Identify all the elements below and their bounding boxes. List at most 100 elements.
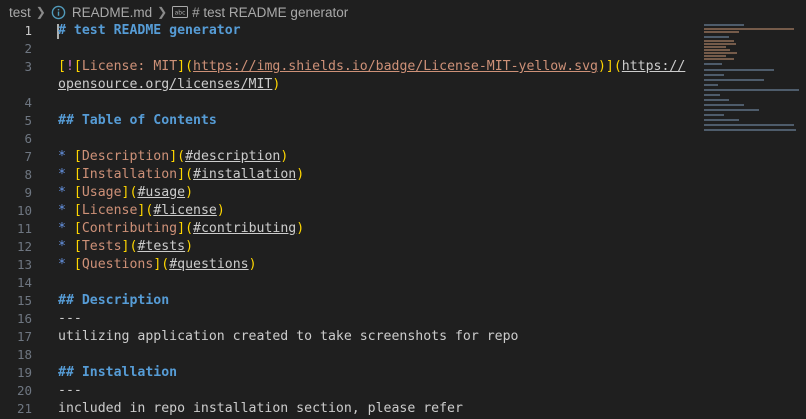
code-line[interactable]: 10 * [License](#license) xyxy=(0,202,700,220)
code-line[interactable]: 17 utilizing application created to take … xyxy=(0,328,700,346)
token: # test README generator xyxy=(58,23,241,38)
token: ) xyxy=(296,167,305,182)
token: --- xyxy=(58,311,82,326)
token: ## Table of Contents xyxy=(58,113,217,128)
code-text: included in repo installation section, p… xyxy=(58,400,463,418)
breadcrumb-folder[interactable]: test xyxy=(9,5,31,20)
token: * xyxy=(58,185,74,200)
code-line[interactable]: 6 xyxy=(0,130,700,148)
breadcrumb-symbol[interactable]: # test README generator xyxy=(192,5,348,20)
code-line[interactable]: 16 --- xyxy=(0,310,700,328)
code-text: * [Contributing](#contributing) xyxy=(58,220,304,238)
breadcrumb-file[interactable]: README.md xyxy=(72,5,152,20)
token: ) xyxy=(216,203,225,218)
code-text: ## Installation xyxy=(58,364,177,382)
token: * xyxy=(58,257,74,272)
token: ) xyxy=(280,149,289,164)
token: * xyxy=(58,149,74,164)
chevron-right-icon: ❯ xyxy=(35,5,46,19)
minimap[interactable] xyxy=(700,22,800,142)
code-line[interactable]: 15 ## Description xyxy=(0,292,700,310)
token: ]( xyxy=(177,221,194,236)
token: https:// xyxy=(621,59,686,74)
token: Contributing xyxy=(81,221,178,236)
token: #installation xyxy=(193,167,297,182)
token: [ xyxy=(73,59,82,74)
svg-text:abc: abc xyxy=(175,10,186,17)
token: Description xyxy=(81,149,170,164)
token: * xyxy=(58,203,74,218)
code-line[interactable]: 1 # test README generator xyxy=(0,22,700,40)
string-symbol-icon: abc xyxy=(172,6,189,18)
line-number: 10 xyxy=(16,203,32,218)
info-icon xyxy=(51,5,66,20)
line-number: 6 xyxy=(24,131,32,146)
code-text: --- xyxy=(58,310,82,328)
token: ) xyxy=(185,185,194,200)
code-line[interactable]: 20 --- xyxy=(0,382,700,400)
token: * xyxy=(58,221,74,236)
token: [ xyxy=(73,257,82,272)
code-line[interactable]: 9 * [Usage](#usage) xyxy=(0,184,700,202)
code-text: * [Description](#description) xyxy=(58,148,288,166)
code-line[interactable]: 14 xyxy=(0,274,700,292)
token: ) xyxy=(185,239,194,254)
chevron-right-icon: ❯ xyxy=(157,5,168,19)
token: ]( xyxy=(177,167,194,182)
code-line[interactable]: 4 xyxy=(0,94,700,112)
code-line[interactable]: 8 * [Installation](#installation) xyxy=(0,166,700,184)
code-line[interactable]: 5 ## Table of Contents xyxy=(0,112,700,130)
line-number: 9 xyxy=(24,185,32,200)
code-text: * [Questions](#questions) xyxy=(58,256,257,274)
line-number: 7 xyxy=(24,149,32,164)
token: #license xyxy=(153,203,217,218)
code-line[interactable]: 7 * [Description](#description) xyxy=(0,148,700,166)
token: [ xyxy=(73,239,82,254)
code-line[interactable]: 21 included in repo installation section,… xyxy=(0,400,700,418)
token: [ xyxy=(73,221,82,236)
code-line[interactable]: 2 xyxy=(0,40,700,58)
token: Usage xyxy=(81,185,122,200)
editor[interactable]: 1 # test README generator 2 3 [![License: MI… xyxy=(0,22,806,419)
token: ## Description xyxy=(58,293,170,308)
code-line[interactable]: 19 ## Installation xyxy=(0,364,700,382)
line-number: 20 xyxy=(16,383,32,398)
token: #contributing xyxy=(193,221,297,236)
code-text: utilizing application created to take sc… xyxy=(58,328,519,346)
token: [ xyxy=(73,185,82,200)
code-text: # test README generator xyxy=(58,22,241,40)
line-number: 2 xyxy=(24,41,32,56)
token: Installation xyxy=(81,167,178,182)
token: License: MIT xyxy=(81,59,178,74)
code-line[interactable]: opensource.org/licenses/MIT) xyxy=(0,76,700,94)
token: #description xyxy=(185,149,281,164)
line-number: 19 xyxy=(16,365,32,380)
token: * xyxy=(58,167,74,182)
token: Questions xyxy=(81,257,154,272)
code-line[interactable]: 3 [![License: MIT](https://img.shields.io… xyxy=(0,58,700,76)
token: ) xyxy=(272,77,281,92)
code-line[interactable]: 12 * [Tests](#tests) xyxy=(0,238,700,256)
line-number: 4 xyxy=(24,95,32,110)
line-number: 13 xyxy=(16,257,32,272)
token: ]( xyxy=(137,203,154,218)
line-number: 16 xyxy=(16,311,32,326)
line-number: 1 xyxy=(24,23,32,38)
code-text: opensource.org/licenses/MIT) xyxy=(58,76,280,94)
code-line[interactable]: 18 xyxy=(0,346,700,364)
code-line[interactable]: 11 * [Contributing](#contributing) xyxy=(0,220,700,238)
code-text: * [Tests](#tests) xyxy=(58,238,193,256)
token: [ xyxy=(73,167,82,182)
code-text: [![License: MIT](https://img.shields.io/… xyxy=(58,58,685,76)
token: ]( xyxy=(169,149,186,164)
code-line[interactable]: 13 * [Questions](#questions) xyxy=(0,256,700,274)
code-text: ## Table of Contents xyxy=(58,112,217,130)
line-number: 11 xyxy=(16,221,32,236)
token: ]( xyxy=(605,59,622,74)
token: [ xyxy=(58,59,66,74)
token: ! xyxy=(65,59,74,74)
token: ]( xyxy=(121,239,138,254)
breadcrumb: test ❯ README.md ❯ abc # test README gen… xyxy=(0,0,806,24)
token: ) xyxy=(296,221,305,236)
token: Tests xyxy=(81,239,122,254)
